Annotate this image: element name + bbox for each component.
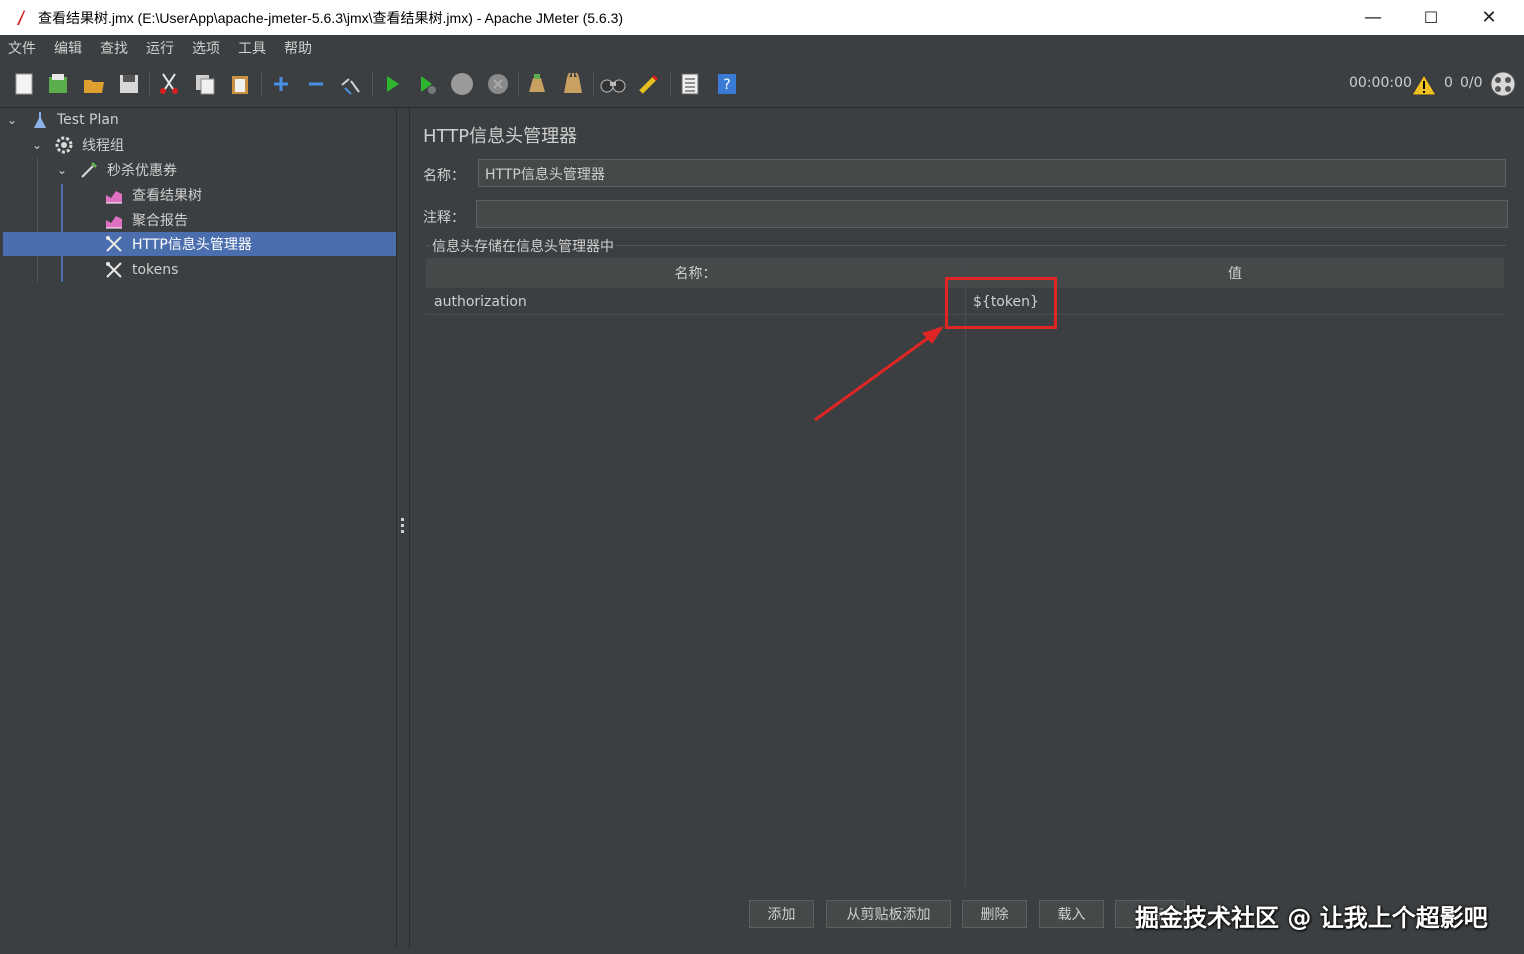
watermark: 掘金技术社区 @ 让我上个超影吧: [1135, 904, 1488, 932]
annotation-arrow-icon: [814, 326, 944, 422]
